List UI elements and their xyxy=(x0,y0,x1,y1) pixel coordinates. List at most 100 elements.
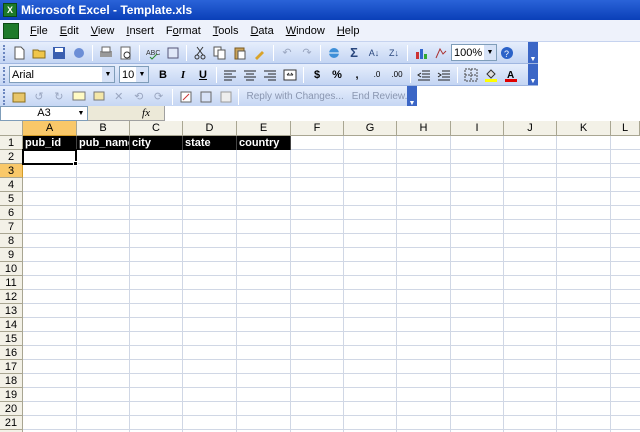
row-header-1[interactable]: 1 xyxy=(0,136,23,150)
toolbar-grip[interactable] xyxy=(3,66,6,83)
row-header-15[interactable]: 15 xyxy=(0,332,23,346)
name-box[interactable]: A3 ▼ xyxy=(0,105,88,121)
zoom-select[interactable]: 100% ▼ xyxy=(451,44,497,61)
cell-area[interactable] xyxy=(23,136,640,432)
research-icon[interactable] xyxy=(164,44,182,62)
align-right-icon[interactable] xyxy=(261,66,279,84)
font-color-icon[interactable]: A xyxy=(502,66,520,84)
row-header-4[interactable]: 4 xyxy=(0,178,23,192)
hyperlink-icon[interactable] xyxy=(325,44,343,62)
row-header-3[interactable]: 3 xyxy=(0,164,23,178)
currency-button[interactable]: $ xyxy=(308,66,326,84)
chart-wizard-icon[interactable] xyxy=(412,44,430,62)
select-all-button[interactable] xyxy=(0,121,23,136)
worksheet-grid[interactable]: A B C D E F G H I J K L 1 2 3 4 5 6 7 8 … xyxy=(0,121,640,432)
italic-button[interactable]: I xyxy=(174,66,192,84)
next-comment-icon[interactable]: ↻ xyxy=(50,88,68,106)
chevron-down-icon[interactable]: ▼ xyxy=(102,67,114,82)
row-header-2[interactable]: 2 xyxy=(0,150,23,164)
sort-descending-icon[interactable]: Z↓ xyxy=(385,44,403,62)
active-cell-A3[interactable] xyxy=(22,149,77,165)
menu-insert[interactable]: Insert xyxy=(120,20,160,42)
row-header-7[interactable]: 7 xyxy=(0,220,23,234)
toolbar-grip[interactable] xyxy=(3,88,6,105)
menu-edit[interactable]: Edit xyxy=(54,20,85,42)
increase-indent-icon[interactable] xyxy=(435,66,453,84)
menu-window[interactable]: Window xyxy=(280,20,331,42)
row-header-16[interactable]: 16 xyxy=(0,346,23,360)
row-header-6[interactable]: 6 xyxy=(0,206,23,220)
toolbar-grip[interactable] xyxy=(3,44,6,61)
bold-button[interactable]: B xyxy=(154,66,172,84)
excel-icon[interactable]: X xyxy=(3,3,17,17)
borders-icon[interactable] xyxy=(462,66,480,84)
cell-E1[interactable]: country xyxy=(237,136,291,150)
row-header-13[interactable]: 13 xyxy=(0,304,23,318)
column-header-A[interactable]: A xyxy=(23,121,77,136)
cell-B1[interactable]: pub_name xyxy=(77,136,130,150)
fill-color-icon[interactable] xyxy=(482,66,500,84)
align-center-icon[interactable] xyxy=(241,66,259,84)
comma-button[interactable]: , xyxy=(348,66,366,84)
fill-handle[interactable] xyxy=(73,161,78,166)
percent-button[interactable]: % xyxy=(328,66,346,84)
new-comment-icon[interactable] xyxy=(70,88,88,106)
row-header-20[interactable]: 20 xyxy=(0,402,23,416)
column-header-D[interactable]: D xyxy=(183,121,237,136)
font-size-select[interactable]: 10 ▼ xyxy=(119,66,149,83)
row-header-21[interactable]: 21 xyxy=(0,416,23,430)
row-header-8[interactable]: 8 xyxy=(0,234,23,248)
decrease-decimal-icon[interactable]: .00 xyxy=(388,66,406,84)
row-header-17[interactable]: 17 xyxy=(0,360,23,374)
toolbar-options-icon[interactable]: ▼ xyxy=(528,64,538,85)
column-header-J[interactable]: J xyxy=(504,121,557,136)
column-header-I[interactable]: I xyxy=(451,121,504,136)
column-header-H[interactable]: H xyxy=(397,121,451,136)
delete-comment-icon[interactable]: ✕ xyxy=(110,88,128,106)
menu-data[interactable]: Data xyxy=(244,20,279,42)
open-icon[interactable] xyxy=(30,44,48,62)
toolbar-options-icon[interactable]: ▼ xyxy=(528,42,538,63)
decrease-indent-icon[interactable] xyxy=(415,66,433,84)
row-header-18[interactable]: 18 xyxy=(0,374,23,388)
column-header-L[interactable]: L xyxy=(611,121,640,136)
row-header-14[interactable]: 14 xyxy=(0,318,23,332)
column-header-G[interactable]: G xyxy=(344,121,397,136)
align-left-icon[interactable] xyxy=(221,66,239,84)
menu-format[interactable]: Format xyxy=(160,20,207,42)
print-preview-icon[interactable] xyxy=(117,44,135,62)
merge-center-icon[interactable] xyxy=(281,66,299,84)
cell-C1[interactable]: city xyxy=(130,136,183,150)
row-header-11[interactable]: 11 xyxy=(0,276,23,290)
formula-input[interactable] xyxy=(164,105,640,121)
column-header-E[interactable]: E xyxy=(237,121,291,136)
font-name-select[interactable]: Arial ▼ xyxy=(9,66,115,83)
toolbar-options-icon[interactable]: ▼ xyxy=(407,86,417,107)
reply-with-changes-button[interactable]: Reply with Changes... xyxy=(242,91,347,102)
copy-icon[interactable] xyxy=(211,44,229,62)
row-header-19[interactable]: 19 xyxy=(0,388,23,402)
insert-function-icon[interactable]: fx xyxy=(128,107,164,119)
menu-tools[interactable]: Tools xyxy=(207,20,245,42)
menu-view[interactable]: View xyxy=(85,20,121,42)
track-changes-icon[interactable]: ⟲ xyxy=(130,88,148,106)
redo-icon[interactable]: ↷ xyxy=(298,44,316,62)
underline-button[interactable]: U xyxy=(194,66,212,84)
previous-comment-icon[interactable]: ↺ xyxy=(30,88,48,106)
row-header-9[interactable]: 9 xyxy=(0,248,23,262)
cell-A1[interactable]: pub_id xyxy=(23,136,77,150)
drawing-icon[interactable] xyxy=(432,44,450,62)
chevron-down-icon[interactable]: ▼ xyxy=(136,67,148,82)
new-icon[interactable] xyxy=(10,44,28,62)
column-header-B[interactable]: B xyxy=(77,121,130,136)
delete-annotations-icon[interactable] xyxy=(217,88,235,106)
chevron-down-icon[interactable]: ▼ xyxy=(75,107,87,120)
row-header-5[interactable]: 5 xyxy=(0,192,23,206)
help-icon[interactable]: ? xyxy=(498,44,516,62)
show-comment-icon[interactable] xyxy=(90,88,108,106)
sort-ascending-icon[interactable]: A↓ xyxy=(365,44,383,62)
increase-decimal-icon[interactable]: .0 xyxy=(368,66,386,84)
row-header-10[interactable]: 10 xyxy=(0,262,23,276)
undo-icon[interactable]: ↶ xyxy=(278,44,296,62)
spelling-icon[interactable]: ABC xyxy=(144,44,162,62)
